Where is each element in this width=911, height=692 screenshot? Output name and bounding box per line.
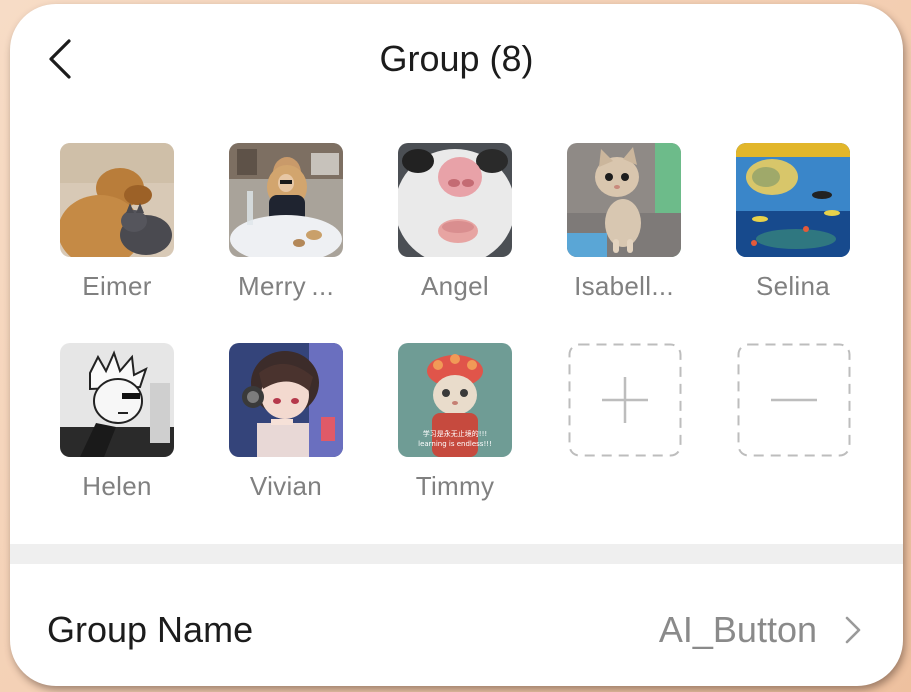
member-name: Angel	[421, 271, 489, 301]
group-info-panel: Group (8) Eimer Merry ... Angel Isabell.…	[10, 4, 903, 686]
page-title: Group (8)	[379, 38, 534, 79]
member-name: Vivian	[249, 471, 323, 501]
member-item[interactable]: Eimer	[47, 143, 187, 302]
manga-boy-avatar	[60, 343, 174, 457]
header: Group (8)	[10, 4, 903, 114]
avatar-caption-en: learning is endless!!!	[418, 440, 492, 448]
member-item[interactable]: Angel	[385, 143, 525, 302]
member-item[interactable]: Merry ...	[216, 143, 356, 302]
dog-and-cat-avatar	[60, 143, 174, 257]
member-name: Merry ...	[237, 271, 334, 301]
member-name: Eimer	[82, 271, 152, 301]
group-name-row[interactable]: Group Name AI_Button	[10, 564, 903, 686]
member-name: Timmy	[415, 471, 495, 501]
group-name-label: Group Name	[47, 609, 254, 650]
member-name: Helen	[82, 471, 152, 501]
chevron-right-icon	[845, 616, 861, 644]
member-item[interactable]: Selina	[723, 143, 863, 302]
plus-icon	[602, 377, 648, 423]
section-divider	[10, 544, 903, 564]
woman-dining-avatar	[229, 143, 343, 257]
member-name: Isabell...	[574, 271, 674, 301]
member-name: Selina	[755, 271, 831, 301]
group-name-value: AI_Button	[658, 609, 817, 650]
fish-aquarium-avatar	[736, 143, 850, 257]
member-item[interactable]: 学习是永无止境的!!! learning is endless!!! Timmy	[385, 343, 525, 502]
kitten-avatar	[567, 143, 681, 257]
member-item[interactable]: Isabell...	[554, 143, 694, 302]
member-item[interactable]: Helen	[47, 343, 187, 502]
cat-in-costume-avatar: 学习是永无止境的!!! learning is endless!!!	[398, 343, 512, 457]
anime-girl-headphones-avatar	[229, 343, 343, 457]
add-member-button[interactable]	[568, 343, 682, 457]
remove-member-button[interactable]	[737, 343, 851, 457]
cat-closeup-avatar	[398, 143, 512, 257]
member-item[interactable]: Vivian	[216, 343, 356, 502]
avatar-caption-cn: 学习是永无止境的!!!	[423, 429, 487, 438]
